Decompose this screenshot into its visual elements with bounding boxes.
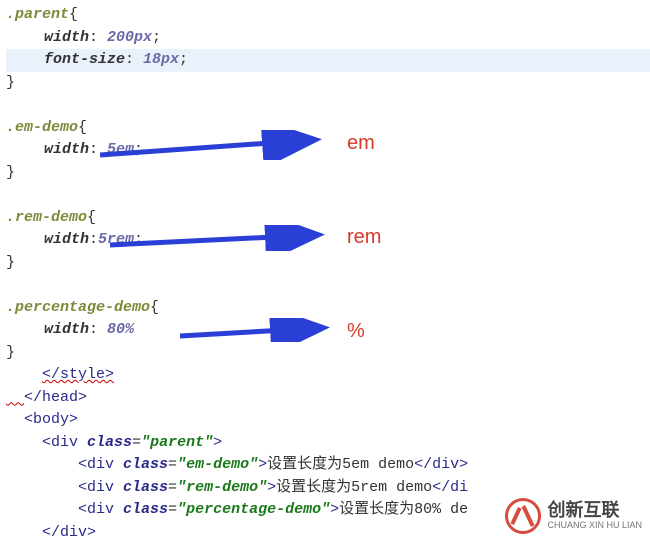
arrow-icon bbox=[110, 225, 330, 251]
css-value: 200px bbox=[107, 29, 152, 46]
brace-close: } bbox=[6, 74, 15, 91]
equals-sign: = bbox=[168, 479, 177, 496]
brace-close: } bbox=[6, 164, 15, 181]
brace-close: } bbox=[6, 254, 15, 271]
code-line: .percentage-demo{ bbox=[6, 297, 650, 320]
tag-close-bracket: > bbox=[213, 434, 222, 451]
open-div-tag: <div bbox=[42, 434, 87, 451]
css-property: width bbox=[44, 321, 89, 338]
watermark-pinyin: CHUANG XIN HU LIAN bbox=[547, 521, 642, 531]
arrow-icon bbox=[100, 130, 330, 160]
attr-class: class bbox=[123, 456, 168, 473]
watermark-logo-icon bbox=[505, 498, 541, 534]
close-div-tag: </di bbox=[432, 479, 468, 496]
brace-open: { bbox=[78, 119, 87, 136]
code-line: <div class="rem-demo">设置长度为5rem demo</di bbox=[6, 477, 650, 500]
attr-value: "percentage-demo" bbox=[177, 501, 330, 518]
annotation-em: em bbox=[347, 132, 375, 155]
blank-line bbox=[6, 94, 650, 117]
annotation-rem: rem bbox=[347, 226, 381, 249]
close-div-tag: </div> bbox=[42, 524, 96, 541]
code-line: <div class="parent"> bbox=[6, 432, 650, 455]
open-div-tag: <div bbox=[78, 501, 123, 518]
css-selector: .parent bbox=[6, 6, 69, 23]
css-selector: .percentage-demo bbox=[6, 299, 150, 316]
attr-value: "em-demo" bbox=[177, 456, 258, 473]
open-div-tag: <div bbox=[78, 456, 123, 473]
close-style-tag: </style> bbox=[42, 366, 114, 383]
brace-close: } bbox=[6, 344, 15, 361]
text-content: 设置长度为5rem demo bbox=[276, 479, 432, 496]
semicolon: ; bbox=[152, 29, 161, 46]
css-selector: .rem-demo bbox=[6, 209, 87, 226]
blank-line bbox=[6, 274, 650, 297]
annotation-percent: % bbox=[347, 320, 365, 343]
blank-line bbox=[6, 184, 650, 207]
code-line: <div class="em-demo">设置长度为5em demo</div> bbox=[6, 454, 650, 477]
open-body-tag: <body> bbox=[24, 411, 78, 428]
css-value: 18px bbox=[143, 51, 179, 68]
colon: : bbox=[89, 231, 98, 248]
code-line: </head> bbox=[6, 387, 650, 410]
code-line: width: 200px; bbox=[6, 27, 650, 50]
equals-sign: = bbox=[132, 434, 141, 451]
attr-class: class bbox=[123, 479, 168, 496]
close-div-tag: </div> bbox=[414, 456, 468, 473]
brace-open: { bbox=[87, 209, 96, 226]
code-line: } bbox=[6, 72, 650, 95]
equals-sign: = bbox=[168, 501, 177, 518]
attr-value: "rem-demo" bbox=[177, 479, 267, 496]
code-line: <body> bbox=[6, 409, 650, 432]
close-head-tag: </head> bbox=[24, 389, 87, 406]
css-value: 80% bbox=[107, 321, 134, 338]
text-content: 设置长度为80% de bbox=[339, 501, 468, 518]
code-editor: .parent{ width: 200px; font-size: 18px; … bbox=[0, 0, 650, 548]
watermark: 创新互联 CHUANG XIN HU LIAN bbox=[505, 498, 642, 534]
code-line: </style> bbox=[6, 364, 650, 387]
code-line: } bbox=[6, 342, 650, 365]
tag-close-bracket: > bbox=[267, 479, 276, 496]
brace-open: { bbox=[150, 299, 159, 316]
code-line: } bbox=[6, 252, 650, 275]
css-property: width bbox=[44, 29, 89, 46]
css-property: width bbox=[44, 231, 89, 248]
equals-sign: = bbox=[168, 456, 177, 473]
text-content: 设置长度为5em demo bbox=[267, 456, 414, 473]
code-line: .parent{ bbox=[6, 4, 650, 27]
code-line: } bbox=[6, 162, 650, 185]
code-line-highlighted: font-size: 18px; bbox=[6, 49, 650, 72]
attr-value: "parent" bbox=[141, 434, 213, 451]
attr-class: class bbox=[123, 501, 168, 518]
attr-class: class bbox=[87, 434, 132, 451]
semicolon: ; bbox=[179, 51, 188, 68]
open-div-tag: <div bbox=[78, 479, 123, 496]
css-property: font-size bbox=[44, 51, 125, 68]
brace-open: { bbox=[69, 6, 78, 23]
tag-close-bracket: > bbox=[258, 456, 267, 473]
tag-close-bracket: > bbox=[330, 501, 339, 518]
arrow-icon bbox=[180, 318, 335, 342]
css-selector: .em-demo bbox=[6, 119, 78, 136]
css-property: width bbox=[44, 141, 89, 158]
watermark-text: 创新互联 bbox=[547, 501, 642, 521]
